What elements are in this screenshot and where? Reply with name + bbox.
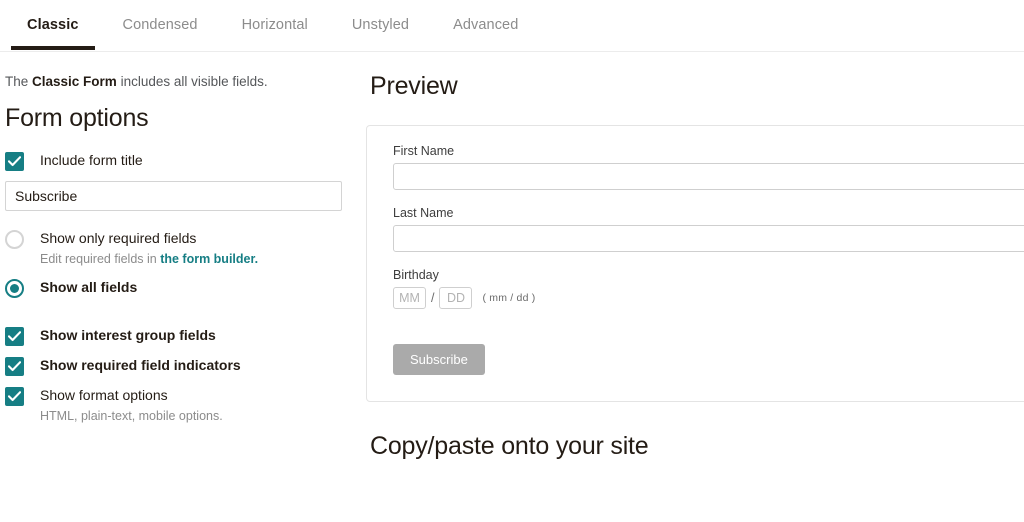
preview-heading: Preview	[370, 72, 458, 100]
form-options-panel: The Classic Form includes all visible fi…	[0, 52, 366, 436]
show-required-field-indicators-label: Show required field indicators	[40, 357, 241, 374]
include-form-title-checkbox[interactable]	[5, 151, 24, 171]
form-options-heading: Form options	[5, 103, 149, 132]
form-title-input[interactable]	[5, 180, 342, 211]
last-name-label: Last Name	[393, 206, 454, 220]
tab-bar: Classic Condensed Horizontal Unstyled Ad…	[0, 0, 1024, 52]
intro-prefix: The	[5, 74, 33, 89]
tab-classic[interactable]: Classic	[5, 0, 101, 50]
show-format-options-checkbox[interactable]	[5, 387, 24, 407]
include-form-title-label-wrap: Include form title	[40, 151, 143, 170]
intro-text: The Classic Form includes all visible fi…	[5, 72, 366, 92]
intro-suffix: includes all visible fields.	[116, 74, 268, 89]
show-all-fields-label: Show all fields	[40, 279, 138, 296]
preview-panel: Preview First Name Last Name Birthday / …	[366, 52, 1024, 461]
form-builder-link[interactable]: the form builder.	[160, 252, 258, 266]
show-only-required-radio[interactable]	[5, 229, 24, 249]
option-show-format-options[interactable]: Show format options HTML, plain-text, mo…	[5, 386, 366, 426]
subscribe-button[interactable]: Subscribe	[393, 344, 485, 375]
last-name-field: Last Name	[393, 206, 1024, 252]
show-interest-group-fields-label: Show interest group fields	[40, 327, 216, 344]
first-name-field: First Name	[393, 144, 1024, 190]
show-required-field-indicators-checkbox[interactable]	[5, 357, 24, 377]
show-interest-group-fields-checkbox[interactable]	[5, 327, 24, 347]
birthday-month-input[interactable]	[393, 287, 426, 309]
option-include-form-title[interactable]: Include form title	[5, 151, 366, 171]
intro-bold: Classic Form	[32, 74, 117, 89]
last-name-input[interactable]	[393, 225, 1024, 252]
tab-condensed[interactable]: Condensed	[101, 0, 220, 49]
tab-unstyled[interactable]: Unstyled	[330, 0, 431, 49]
tab-horizontal[interactable]: Horizontal	[220, 0, 330, 49]
birthday-day-input[interactable]	[439, 287, 473, 309]
show-only-required-label-wrap: Show only required fields Edit required …	[40, 229, 258, 269]
option-show-all-fields[interactable]: Show all fields	[5, 278, 366, 299]
first-name-label: First Name	[393, 144, 455, 158]
show-only-required-label: Show only required fields	[40, 229, 197, 246]
tab-advanced[interactable]: Advanced	[431, 0, 540, 49]
show-interest-group-fields-label-wrap: Show interest group fields	[40, 326, 216, 345]
edit-required-prefix: Edit required fields in	[40, 251, 161, 266]
option-show-required-field-indicators[interactable]: Show required field indicators	[5, 356, 366, 377]
show-required-field-indicators-label-wrap: Show required field indicators	[40, 356, 241, 375]
birthday-field: Birthday / ( mm / dd )	[393, 268, 1024, 309]
option-show-only-required[interactable]: Show only required fields Edit required …	[5, 229, 366, 269]
show-format-options-sub: HTML, plain-text, mobile options.	[40, 409, 223, 424]
show-format-options-label-wrap: Show format options HTML, plain-text, mo…	[40, 386, 223, 426]
show-only-required-sub: Edit required fields in the form builder…	[40, 251, 258, 269]
birthday-inputs-row: / ( mm / dd )	[393, 287, 1024, 309]
include-form-title-label: Include form title	[40, 151, 143, 168]
show-all-fields-label-wrap: Show all fields	[40, 278, 137, 297]
preview-card: First Name Last Name Birthday / ( mm / d…	[366, 125, 1024, 402]
birthday-separator: /	[431, 291, 435, 305]
show-all-fields-radio[interactable]	[5, 279, 24, 299]
copy-paste-heading: Copy/paste onto your site	[370, 432, 649, 460]
birthday-label: Birthday	[393, 268, 439, 282]
show-format-options-label: Show format options	[40, 387, 168, 404]
page-body: The Classic Form includes all visible fi…	[0, 52, 1024, 461]
first-name-input[interactable]	[393, 163, 1024, 190]
option-show-interest-group-fields[interactable]: Show interest group fields	[5, 326, 366, 347]
birthday-format-hint: ( mm / dd )	[482, 292, 536, 304]
